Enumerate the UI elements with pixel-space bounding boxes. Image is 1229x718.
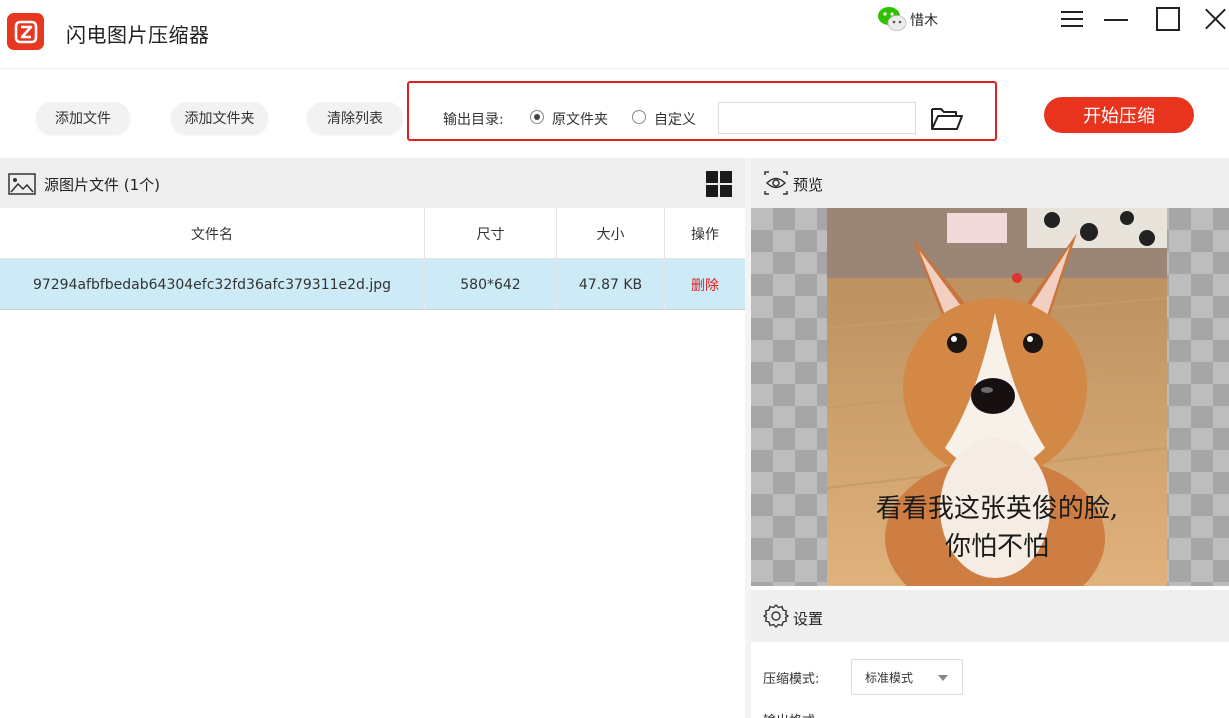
file-list-title: 源图片文件 (1个)	[44, 176, 161, 194]
file-dimensions-cell: 580*642	[425, 259, 557, 310]
radio-source-folder[interactable]	[530, 110, 544, 124]
app-logo-icon	[7, 13, 44, 50]
preview-title: 预览	[793, 176, 824, 194]
minimize-icon	[1104, 19, 1128, 21]
preview-canvas: 看看我这张英俊的脸, 你怕不怕	[751, 208, 1229, 586]
toolbar: 添加文件 添加文件夹 清除列表 输出目录: 原文件夹 自定义 开始压缩	[0, 68, 1229, 156]
grid-cell	[706, 171, 718, 183]
output-directory-label: 输出目录:	[443, 112, 504, 128]
preview-caption-line2: 你怕不怕	[944, 532, 1049, 562]
browse-folder-button[interactable]	[927, 102, 967, 136]
compress-mode-label: 压缩模式:	[763, 672, 820, 687]
gear-icon	[763, 604, 789, 628]
close-button[interactable]	[1202, 4, 1229, 34]
radio-custom-label[interactable]: 自定义	[654, 109, 696, 129]
menu-button[interactable]	[1054, 4, 1090, 34]
settings-header: 设置	[751, 590, 1229, 642]
column-action: 操作	[691, 226, 719, 243]
next-setting-label: 输出格式:	[763, 710, 819, 718]
radio-custom[interactable]	[632, 110, 646, 124]
column-filename[interactable]: 文件名	[0, 208, 425, 259]
start-compress-button[interactable]: 开始压缩	[1044, 97, 1194, 133]
file-list-header: 源图片文件 (1个)	[0, 158, 745, 208]
minimize-button[interactable]	[1098, 4, 1134, 34]
user-name: 惜木	[910, 13, 938, 29]
grid-cell	[706, 185, 718, 197]
file-size-cell: 47.87 KB	[557, 259, 665, 310]
column-dimensions[interactable]: 尺寸	[425, 208, 557, 259]
settings-title: 设置	[793, 610, 824, 628]
maximize-icon	[1156, 7, 1180, 31]
table-row[interactable]: 97294afbfbedab64304efc32fd36afc379311e2d…	[0, 259, 745, 310]
clear-list-button[interactable]: 清除列表	[307, 102, 403, 134]
eye-icon	[764, 171, 788, 195]
column-size[interactable]: 大小	[557, 208, 665, 259]
radio-source-folder-label[interactable]: 原文件夹	[552, 109, 608, 129]
preview-header: 预览	[751, 158, 1229, 208]
app-window: 闪电图片压缩器 惜木 添加文件 添加文件夹 清除列表 输出目录: 原文件夹 自定…	[0, 0, 1229, 718]
image-icon	[8, 173, 36, 195]
file-name-cell: 97294afbfbedab64304efc32fd36afc379311e2d…	[0, 259, 425, 310]
add-file-button[interactable]: 添加文件	[36, 102, 130, 134]
user-account[interactable]: 惜木	[876, 4, 938, 34]
close-icon	[1205, 8, 1226, 30]
folder-open-icon	[931, 108, 963, 130]
grid-view-icon[interactable]	[706, 171, 732, 197]
file-table-header: 文件名 尺寸 大小 操作	[0, 208, 745, 259]
grid-cell	[720, 171, 732, 183]
add-folder-button[interactable]: 添加文件夹	[171, 102, 268, 134]
wechat-icon	[878, 7, 907, 31]
preview-image: 看看我这张英俊的脸, 你怕不怕	[827, 208, 1167, 586]
grid-cell	[720, 185, 732, 197]
chevron-down-icon	[938, 675, 948, 681]
title-bar: 闪电图片压缩器 惜木	[0, 0, 1229, 68]
output-path-input[interactable]	[718, 102, 916, 134]
compress-mode-value: 标准模式	[865, 670, 914, 685]
hamburger-icon	[1061, 11, 1083, 27]
delete-link[interactable]: 删除	[665, 259, 745, 310]
compress-mode-select[interactable]: 标准模式	[851, 659, 963, 695]
maximize-button[interactable]	[1150, 4, 1186, 34]
preview-caption-line1: 看看我这张英俊的脸,	[875, 494, 1119, 524]
app-title: 闪电图片压缩器	[66, 23, 210, 47]
